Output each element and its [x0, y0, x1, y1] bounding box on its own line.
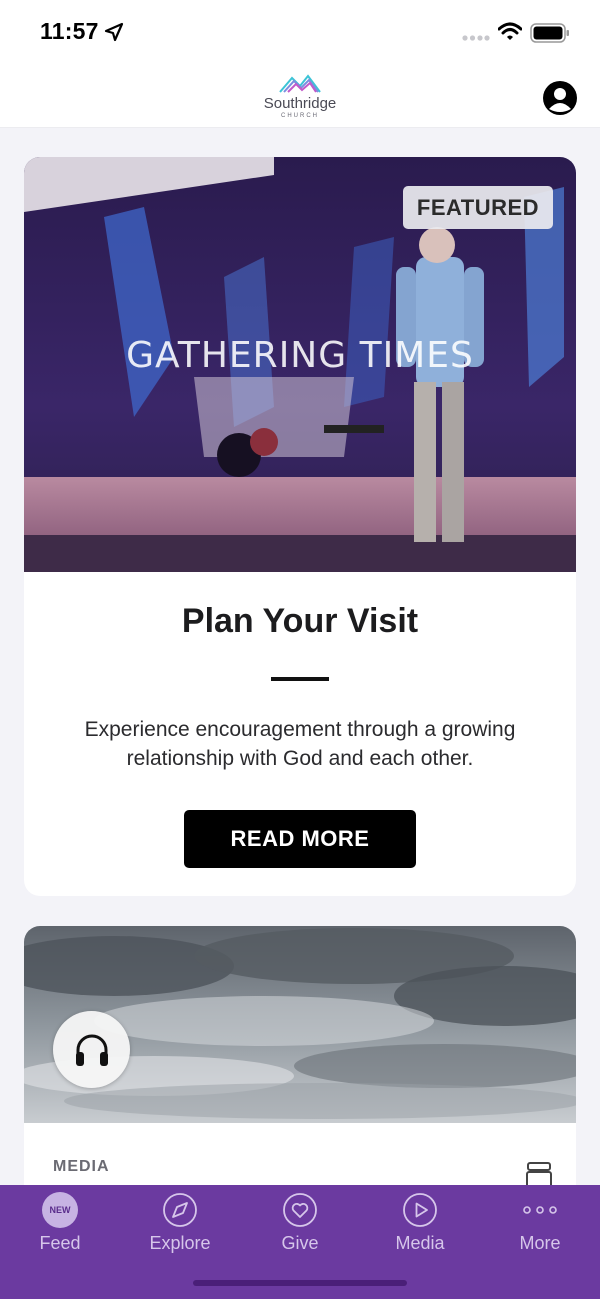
tab-explore[interactable]: Explore	[120, 1185, 240, 1265]
tab-media[interactable]: Media	[360, 1185, 480, 1265]
app-screen: 11:57 Southridge CHURCH GATHERING TIMES …	[0, 0, 600, 1299]
media-image[interactable]	[24, 926, 576, 1123]
featured-card[interactable]: GATHERING TIMES FEATURED Plan Your Visit…	[24, 157, 576, 896]
logo-name: Southridge	[263, 95, 337, 112]
compass-icon	[163, 1193, 197, 1227]
featured-badge: FEATURED	[403, 186, 553, 229]
tab-give[interactable]: Give	[240, 1185, 360, 1265]
church-logo[interactable]: Southridge CHURCH	[250, 72, 350, 126]
card-description: Experience encouragement through a growi…	[84, 718, 516, 770]
image-overlay-text: GATHERING TIMES	[126, 335, 474, 376]
featured-image[interactable]: GATHERING TIMES FEATURED	[24, 157, 576, 572]
tab-label-give: Give	[281, 1233, 319, 1253]
home-indicator[interactable]	[193, 1280, 407, 1286]
headphones-button[interactable]	[53, 1011, 130, 1088]
card-title: Plan Your Visit	[181, 602, 419, 640]
profile-icon[interactable]	[542, 80, 578, 116]
app-header: Southridge CHURCH	[0, 66, 600, 128]
mountain-logo-icon	[279, 74, 321, 93]
signal-icon	[462, 35, 490, 41]
heart-icon	[283, 1193, 317, 1227]
read-more-button[interactable]: READ MORE	[184, 810, 416, 868]
title-divider	[271, 677, 329, 681]
wifi-icon	[498, 22, 522, 40]
new-badge-icon: NEW	[42, 1192, 78, 1228]
tab-more[interactable]: More	[480, 1185, 600, 1265]
headphones-icon	[76, 1034, 108, 1066]
status-bar: 11:57	[0, 0, 600, 66]
tab-label-more: More	[519, 1233, 561, 1253]
logo-subtitle: CHURCH	[281, 113, 319, 119]
tab-label-feed: Feed	[39, 1233, 81, 1253]
play-icon	[403, 1193, 437, 1227]
status-time: 11:57	[40, 18, 99, 44]
tab-label-explore: Explore	[149, 1233, 211, 1253]
location-arrow-icon	[104, 22, 124, 42]
battery-icon	[530, 23, 569, 43]
media-label: MEDIA	[53, 1158, 110, 1175]
tab-feed[interactable]: NEW Feed	[0, 1185, 120, 1265]
tab-label-media: Media	[395, 1233, 445, 1253]
more-dots-icon	[523, 1206, 557, 1214]
